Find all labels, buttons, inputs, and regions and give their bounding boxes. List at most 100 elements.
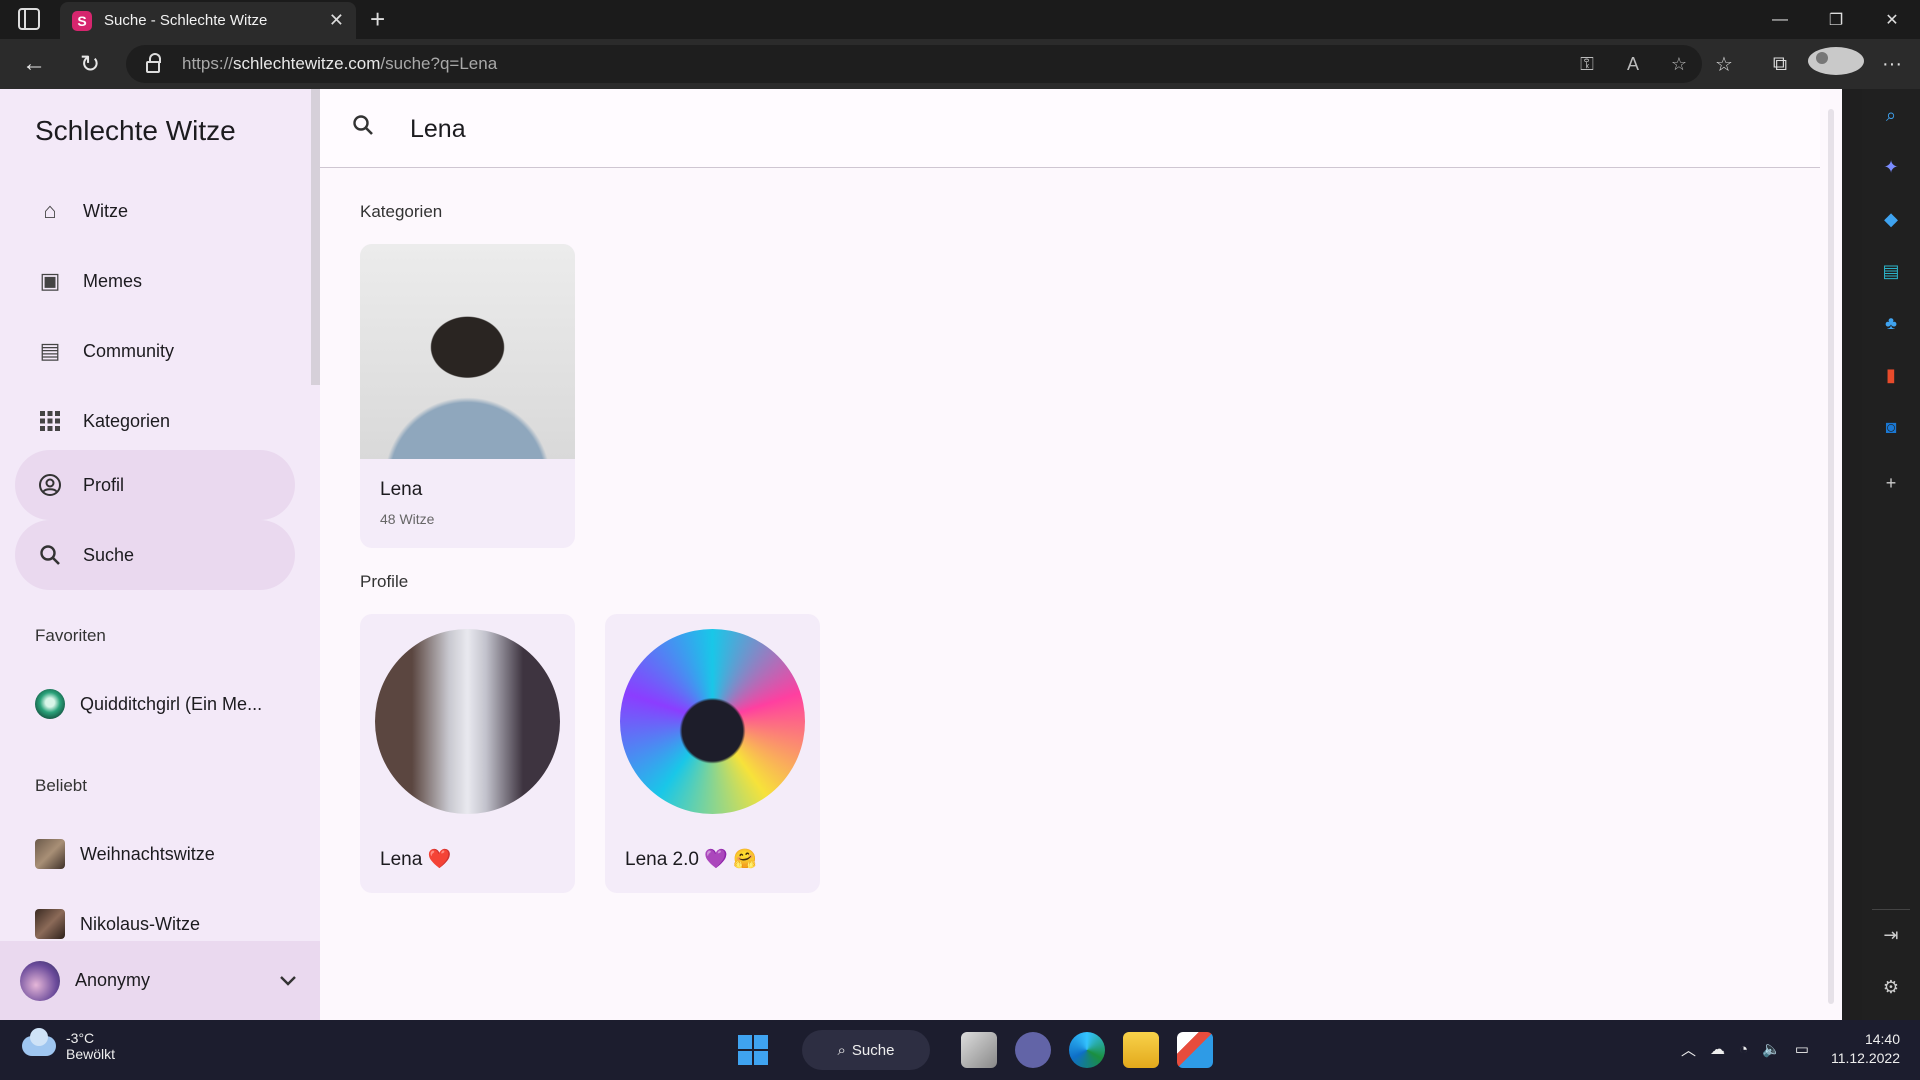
tab-close-icon[interactable]: ✕ xyxy=(329,10,344,31)
browser-tab[interactable]: S Suche - Schlechte Witze ✕ xyxy=(60,2,356,39)
favorites-icon[interactable]: ☆ xyxy=(1696,52,1752,77)
store-icon[interactable] xyxy=(1177,1032,1213,1068)
sidebar-scrollbar[interactable] xyxy=(311,89,320,385)
images-icon: ▣ xyxy=(39,268,61,293)
new-tab-button[interactable]: + xyxy=(370,6,385,32)
profiles-heading: Profile xyxy=(360,572,409,591)
windows-start-icon[interactable] xyxy=(738,1035,768,1065)
search-icon xyxy=(352,114,374,143)
main-scrollbar[interactable] xyxy=(1820,89,1842,1020)
category-card[interactable]: Lena 48 Witze xyxy=(360,244,575,548)
nav-item-kategorien[interactable]: Kategorien xyxy=(15,386,295,456)
copilot-icon[interactable]: ✦ xyxy=(1879,157,1903,181)
nav-item-witze[interactable]: ⌂ Witze xyxy=(15,176,295,246)
weather-temperature: -3°C xyxy=(66,1030,95,1046)
taskbar-search-label: Suche xyxy=(851,1041,895,1059)
nav-item-memes[interactable]: ▣ Memes xyxy=(15,246,295,316)
wifi-icon[interactable]: ◔ xyxy=(1739,1041,1748,1058)
nav-label: Memes xyxy=(83,270,143,291)
category-thumbnail xyxy=(35,909,65,939)
clock-date: 11.12.2022 xyxy=(1830,1050,1900,1066)
nav-label: Kategorien xyxy=(83,410,171,431)
url-field[interactable]: https://schlechtewitze.com/suche?q=Lena … xyxy=(126,45,1702,83)
user-name: Anonymy xyxy=(75,970,151,990)
nav-label: Witze xyxy=(83,200,128,221)
category-image xyxy=(360,244,575,459)
add-icon[interactable]: + xyxy=(1879,473,1903,497)
task-view-icon[interactable] xyxy=(961,1032,997,1068)
more-menu-icon[interactable]: ··· xyxy=(1864,53,1920,76)
back-button[interactable]: ← xyxy=(6,39,62,89)
favorite-item[interactable]: Quidditchgirl (Ein Me... xyxy=(35,689,262,719)
popular-item-nikolaus-witze[interactable]: Nikolaus-Witze xyxy=(35,909,200,939)
tab-actions-icon[interactable] xyxy=(18,8,40,30)
nav-item-suche[interactable]: Suche xyxy=(15,520,295,590)
site-brand[interactable]: Schlechte Witze xyxy=(35,115,236,147)
popular-item-weihnachtswitze[interactable]: Weihnachtswitze xyxy=(35,839,215,869)
shopping-tag-icon[interactable]: ◆ xyxy=(1879,209,1903,233)
office-icon[interactable]: ▮ xyxy=(1879,365,1903,389)
favorite-label: Quidditchgirl (Ein Me... xyxy=(80,693,263,714)
profile-card[interactable]: Lena 2.0 💜 🤗 xyxy=(605,614,820,893)
user-account-bar[interactable]: Anonymy xyxy=(0,941,320,1020)
minimize-button[interactable]: — xyxy=(1752,0,1808,39)
key-icon[interactable]: ⚿ xyxy=(1564,54,1610,75)
tools-icon[interactable]: ▤ xyxy=(1879,261,1903,285)
search-input[interactable]: Lena xyxy=(410,115,466,144)
categories-heading: Kategorien xyxy=(360,202,443,221)
home-icon: ⌂ xyxy=(43,198,57,223)
nav-label: Suche xyxy=(83,544,135,565)
search-bar[interactable]: Lena xyxy=(320,89,1842,168)
category-count: 48 Witze xyxy=(380,511,435,527)
windows-taskbar: -3°C Bewölkt ⌕ Suche ︿ ☁ ◔ 🔈 ▭ 14:40 11.… xyxy=(0,1020,1920,1080)
popular-label: Nikolaus-Witze xyxy=(80,913,201,934)
volume-icon[interactable]: 🔈 xyxy=(1762,1040,1781,1058)
browser-toolbar-right: ☆ ⧉ ··· xyxy=(1696,39,1920,89)
favorites-heading: Favoriten xyxy=(35,626,106,645)
close-window-button[interactable]: ✕ xyxy=(1864,0,1920,39)
system-tray: ︿ ☁ ◔ 🔈 ▭ 14:40 11.12.2022 xyxy=(1667,1030,1900,1068)
popular-heading: Beliebt xyxy=(35,776,87,795)
clock[interactable]: 14:40 11.12.2022 xyxy=(1831,1030,1900,1068)
hide-sidebar-icon[interactable]: ⇥ xyxy=(1879,925,1903,949)
grid-icon xyxy=(37,408,63,434)
file-explorer-icon[interactable] xyxy=(1123,1032,1159,1068)
url-prefix: https:// xyxy=(182,54,234,73)
chevron-up-icon[interactable]: ︿ xyxy=(1681,1039,1696,1060)
read-aloud-icon[interactable]: A xyxy=(1610,54,1656,75)
lock-icon[interactable] xyxy=(146,53,161,73)
sidebar: Schlechte Witze ⌂ Witze ▣ Memes ▤ Commun… xyxy=(0,89,320,1020)
profile-avatar[interactable] xyxy=(1808,47,1864,81)
taskbar-search[interactable]: ⌕ Suche xyxy=(802,1030,930,1070)
restore-button[interactable]: ❐ xyxy=(1808,0,1864,39)
weather-widget[interactable]: -3°C Bewölkt xyxy=(22,1028,116,1062)
window-controls: — ❐ ✕ xyxy=(1752,0,1920,39)
nav-item-profil[interactable]: Profil xyxy=(15,450,295,520)
chat-icon: ▤ xyxy=(39,338,61,363)
search-icon xyxy=(37,542,63,568)
side-panel-divider xyxy=(1872,909,1910,910)
outlook-icon[interactable]: ◙ xyxy=(1879,417,1903,441)
tab-title: Suche - Schlechte Witze xyxy=(104,12,268,29)
collections-icon[interactable]: ⧉ xyxy=(1752,53,1808,76)
url-host: schlechtewitze.com xyxy=(233,54,381,73)
search-icon[interactable]: ⌕ xyxy=(1879,105,1903,129)
teams-chat-icon[interactable] xyxy=(1015,1032,1051,1068)
category-thumbnail xyxy=(35,839,65,869)
edge-browser-icon[interactable] xyxy=(1069,1032,1105,1068)
games-icon[interactable]: ♣ xyxy=(1879,313,1903,337)
nav-item-community[interactable]: ▤ Community xyxy=(15,316,295,386)
onedrive-icon[interactable]: ☁ xyxy=(1710,1040,1725,1058)
reload-button[interactable]: ↻ xyxy=(62,39,118,89)
chevron-down-icon[interactable] xyxy=(280,970,320,991)
gear-icon[interactable]: ⚙ xyxy=(1879,977,1903,1001)
battery-icon[interactable]: ▭ xyxy=(1795,1040,1809,1058)
taskbar-apps: ⌕ Suche xyxy=(738,1028,1222,1072)
browser-side-panel: ⌕ ✦ ◆ ▤ ♣ ▮ ◙ + ⇥ ⚙ xyxy=(1862,89,1920,1020)
category-name: Lena xyxy=(380,479,423,500)
site-favicon: S xyxy=(72,10,92,31)
url-actions: ⚿ A ☆ xyxy=(1564,45,1702,83)
weather-condition: Bewölkt xyxy=(66,1046,116,1062)
cloud-icon xyxy=(22,1028,56,1056)
profile-card[interactable]: Lena ❤️ xyxy=(360,614,575,893)
